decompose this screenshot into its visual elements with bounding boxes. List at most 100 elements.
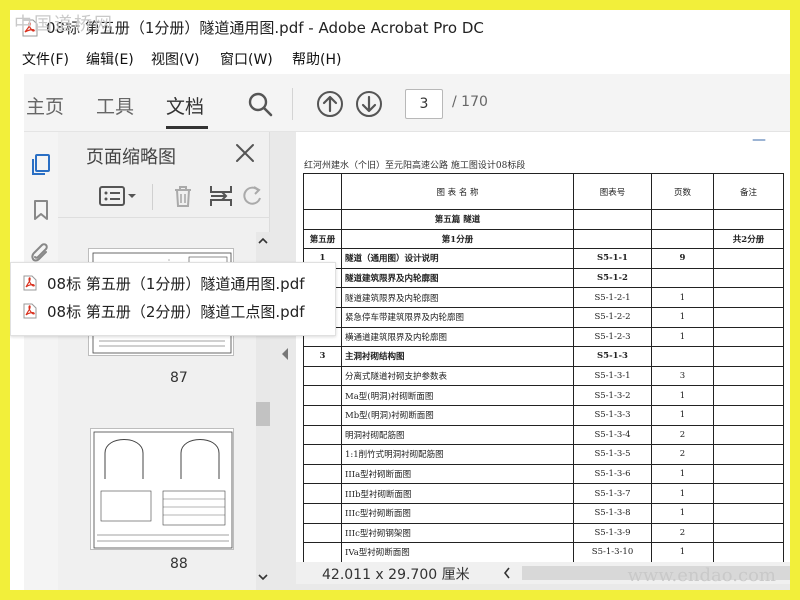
table-cell: 9 [651,248,714,269]
table-row: 3 主洞衬砌结构图 S5-1-3 [303,346,784,367]
toolbar-separator [292,88,293,120]
table-cell [713,326,784,348]
table-cell: 主洞衬砌结构图 [341,346,574,367]
table-cell: S5-1-2-2 [573,306,652,328]
collapse-panel-icon[interactable] [280,346,290,362]
table-cell [713,522,784,544]
table-cell [303,542,342,563]
bookmark-icon[interactable] [29,198,53,222]
scrollbar-thumb[interactable] [256,402,270,426]
table-cell: 1 [651,542,714,563]
table-cell [303,483,342,504]
tab-home[interactable]: 主页 [26,92,64,119]
table-cell [713,385,784,406]
table-row: 1:1削竹式明洞衬砌配筋图 S5-1-3-5 2 [303,444,784,465]
table-row: IIIc型衬砌断面图 S5-1-3-8 1 [303,502,784,524]
table-cell [651,346,714,367]
table-cell: IIIb型衬砌断面图 [341,483,574,504]
table-cell [303,463,342,485]
tab-tools[interactable]: 工具 [96,92,134,119]
table-row: IVa型衬砌断面图 S5-1-3-10 1 [303,542,784,563]
recent-file-item[interactable]: 08标 第五册（1分册）隧道通用图.pdf [19,271,335,295]
recent-file-name: 08标 第五册（1分册）隧道通用图.pdf [47,275,305,293]
scroll-down-icon[interactable] [258,572,268,582]
active-tab-underline [166,126,208,129]
thumbnail-drawing [93,431,233,549]
recent-file-name: 08标 第五册（2分册）隧道工点图.pdf [47,303,305,321]
table-row: 紧急停车带建筑限界及内轮廓图 S5-1-2-2 1 [303,306,784,328]
table-row: 明洞衬砌配筋图 S5-1-3-4 2 [303,424,784,446]
delete-icon[interactable] [170,184,196,208]
watermark-top: 中国道桥网 [14,14,114,35]
table-cell: IIIc型衬砌钢架图 [341,522,574,544]
table-cell: S5-1-3-4 [573,424,652,446]
insert-icon[interactable] [208,184,234,208]
table-cell: 1 [651,463,714,485]
table-cell [713,346,784,367]
table-cell [303,424,342,446]
thumbnails-panel: 页面缩略图 87 88 [58,132,270,590]
table-cell [713,502,784,524]
table-cell: 1 [651,483,714,504]
search-icon[interactable] [246,90,274,118]
table-cell: 2 [651,522,714,544]
page-number-input[interactable]: 3 [405,89,443,119]
table-cell: S5-1-3-2 [573,385,652,406]
table-cell: Ma型(明洞)衬砌断面图 [341,385,574,406]
table-cell [303,209,342,230]
table-cell: 2 [651,444,714,465]
thumbnail-toolbar [58,174,270,218]
menu-view[interactable]: 视图(V) [151,49,200,69]
document-view[interactable]: — 红河州建水（个旧）至元阳高速公路 施工图设计08标段 图 表 名 称 图表号… [270,132,790,590]
table-cell [713,248,784,269]
thumbnail-toolbar-separator [152,184,153,210]
table-row: 1 隧道（通用图）设计说明 S5-1-1 9 [303,248,784,269]
table-row: IIIb型衬砌断面图 S5-1-3-7 1 [303,483,784,504]
rotate-icon[interactable] [240,184,266,208]
acrobat-window: 中国道桥网 08标 第五册（1分册）隧道通用图.pdf - Adobe Acro… [10,10,790,590]
watermark-bottom: www.endao.com [627,565,776,586]
recent-file-item[interactable]: 08标 第五册（2分册）隧道工点图.pdf [19,299,335,323]
header-cell: 备注 [713,173,784,210]
table-row: IIIa型衬砌断面图 S5-1-3-6 1 [303,463,784,485]
table-cell: S5-1-1 [573,248,652,269]
table-cell: 3 [651,365,714,387]
scroll-up-icon[interactable] [258,236,268,246]
menu-bar: 文件(F) 编辑(E) 视图(V) 窗口(W) 帮助(H) [10,46,790,70]
table-cell: 第五册 [303,228,342,250]
table-cell [573,209,652,230]
pdf-page: — 红河州建水（个旧）至元阳高速公路 施工图设计08标段 图 表 名 称 图表号… [296,132,790,582]
thumbnail-page-88[interactable] [90,428,234,550]
page-thumbnails-icon[interactable] [29,152,53,176]
scroll-left-icon[interactable] [502,566,512,580]
table-cell: S5-1-3-7 [573,483,652,504]
drawing-index-table: 图 表 名 称 图表号 页数 备注 第五篇 隧道 第五册 第1分册 共2分册 1 隧道（通… [303,173,784,563]
table-cell: S5-1-3-8 [573,502,652,524]
table-cell [713,542,784,563]
menu-edit[interactable]: 编辑(E) [86,49,134,69]
page-up-icon[interactable] [316,90,344,118]
table-cell: 隧道建筑限界及内轮廓图 [341,287,574,308]
table-cell: S5-1-2-3 [573,326,652,348]
table-cell: S5-1-2 [573,267,652,289]
table-cell: IIIc型衬砌断面图 [341,502,574,524]
close-icon[interactable] [234,142,256,164]
menu-help[interactable]: 帮助(H) [292,49,341,69]
table-cell [713,365,784,387]
menu-file[interactable]: 文件(F) [22,49,69,69]
header-cell [303,173,342,210]
page-down-icon[interactable] [355,90,383,118]
table-cell: 1 [651,326,714,348]
table-cell [713,424,784,446]
thumbnail-options-icon[interactable] [98,184,138,208]
table-cell [573,228,652,250]
table-cell: S5-1-3-9 [573,522,652,544]
table-cell: 隧道建筑限界及内轮廓图 [341,267,574,289]
menu-window[interactable]: 窗口(W) [220,49,273,69]
tab-document[interactable]: 文档 [166,92,204,119]
table-cell [713,463,784,485]
table-header-row: 图 表 名 称 图表号 页数 备注 [303,173,784,210]
table-cell [303,404,342,426]
table-cell [303,444,342,465]
table-cell: IVa型衬砌断面图 [341,542,574,563]
